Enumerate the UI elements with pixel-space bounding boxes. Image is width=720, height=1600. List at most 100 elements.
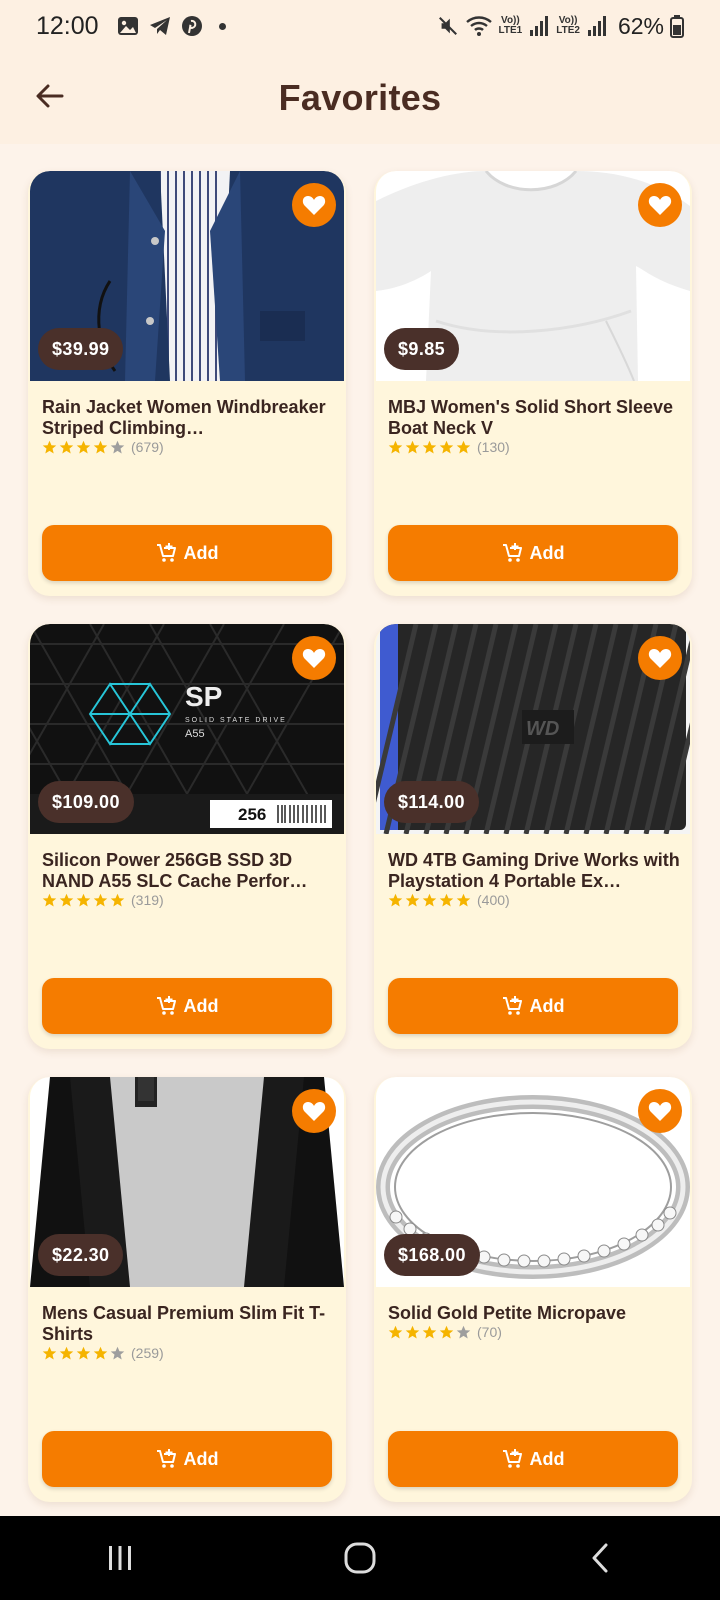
product-title[interactable]: WD 4TB Gaming Drive Works with Playstati… xyxy=(388,850,680,892)
home-icon xyxy=(344,1542,376,1574)
pinterest-icon xyxy=(181,15,203,37)
app-bar: Favorites xyxy=(0,52,720,144)
wifi-icon xyxy=(465,15,493,37)
add-button-label: Add xyxy=(183,542,219,563)
product-title[interactable]: MBJ Women's Solid Short Sleeve Boat Neck… xyxy=(388,397,680,439)
page-title: Favorites xyxy=(278,77,442,118)
battery-icon xyxy=(670,15,684,38)
favorite-button[interactable] xyxy=(638,1089,682,1133)
rating: (259) xyxy=(42,1345,164,1361)
cart-add-icon xyxy=(502,996,522,1015)
star-icon xyxy=(76,440,91,453)
cart-add-icon xyxy=(502,1449,522,1468)
mute-icon xyxy=(437,15,459,37)
add-button-label: Add xyxy=(529,995,565,1016)
cart-add-icon xyxy=(156,543,176,562)
star-icon xyxy=(439,1325,454,1338)
product-card[interactable]: $22.30 Mens Casual Premium Slim Fit T-Sh… xyxy=(28,1077,346,1502)
product-title[interactable]: Solid Gold Petite Micropave xyxy=(388,1303,680,1324)
star-icon xyxy=(439,893,454,906)
star-icon xyxy=(456,440,471,453)
product-title[interactable]: Rain Jacket Women Windbreaker Striped Cl… xyxy=(42,397,334,439)
star-icon xyxy=(422,1325,437,1338)
status-bar: 12:00 Vo)) LTE1 Vo)) LTE2 62% xyxy=(0,0,720,52)
price-badge: $109.00 xyxy=(38,781,134,823)
telegram-icon xyxy=(149,15,171,37)
star-icon xyxy=(76,893,91,906)
product-card[interactable]: $168.00 Solid Gold Petite Micropave (70)… xyxy=(374,1077,692,1502)
star-icon xyxy=(93,893,108,906)
favorite-button[interactable] xyxy=(638,183,682,227)
review-count: (259) xyxy=(131,1345,164,1361)
star-icon xyxy=(42,440,57,453)
heart-icon xyxy=(648,1102,672,1121)
star-icon xyxy=(405,893,420,906)
add-to-cart-button[interactable]: Add xyxy=(388,1431,678,1487)
cart-add-icon xyxy=(502,543,522,562)
star-icon xyxy=(422,893,437,906)
star-icon xyxy=(76,1346,91,1359)
svg-text:A55: A55 xyxy=(185,728,205,740)
add-to-cart-button[interactable]: Add xyxy=(42,1431,332,1487)
star-icon xyxy=(388,893,403,906)
back-button[interactable] xyxy=(28,74,72,118)
star-icon xyxy=(405,440,420,453)
price-badge: $168.00 xyxy=(384,1234,480,1276)
arrow-left-icon xyxy=(36,84,64,108)
star-icon xyxy=(93,440,108,453)
rating: (130) xyxy=(388,439,510,455)
rating: (319) xyxy=(42,892,164,908)
heart-icon xyxy=(648,649,672,668)
product-card[interactable]: $39.99 Rain Jacket Women Windbreaker Str… xyxy=(28,171,346,596)
rating: (679) xyxy=(42,439,164,455)
add-to-cart-button[interactable]: Add xyxy=(388,978,678,1034)
svg-text:SOLID STATE DRIVE: SOLID STATE DRIVE xyxy=(185,717,287,724)
product-title[interactable]: Silicon Power 256GB SSD 3D NAND A55 SLC … xyxy=(42,850,334,892)
add-button-label: Add xyxy=(529,542,565,563)
add-button-label: Add xyxy=(183,1448,219,1469)
recent-apps-button[interactable] xyxy=(90,1528,150,1588)
home-button[interactable] xyxy=(330,1528,390,1588)
add-to-cart-button[interactable]: Add xyxy=(42,978,332,1034)
star-icon xyxy=(405,1325,420,1338)
status-left: 12:00 xyxy=(36,12,226,41)
signal-lte1-icon xyxy=(528,15,550,37)
favorite-button[interactable] xyxy=(292,1089,336,1133)
recent-apps-icon xyxy=(109,1546,131,1570)
review-count: (70) xyxy=(477,1324,502,1340)
product-card[interactable]: WD $114.00 WD 4TB Gaming Drive Works wit… xyxy=(374,624,692,1049)
status-time: 12:00 xyxy=(36,11,99,40)
review-count: (400) xyxy=(477,892,510,908)
product-card[interactable]: $9.85 MBJ Women's Solid Short Sleeve Boa… xyxy=(374,171,692,596)
star-empty-icon xyxy=(456,1325,471,1338)
heart-icon xyxy=(302,196,326,215)
star-icon xyxy=(93,1346,108,1359)
star-icon xyxy=(388,440,403,453)
review-count: (679) xyxy=(131,439,164,455)
heart-icon xyxy=(302,1102,326,1121)
system-back-button[interactable] xyxy=(570,1528,630,1588)
star-icon xyxy=(42,1346,57,1359)
add-to-cart-button[interactable]: Add xyxy=(42,525,332,581)
star-icon xyxy=(42,893,57,906)
favorite-button[interactable] xyxy=(638,636,682,680)
notification-dot xyxy=(218,22,226,30)
favorite-button[interactable] xyxy=(292,636,336,680)
star-icon xyxy=(422,440,437,453)
svg-text:SP: SP xyxy=(185,681,222,712)
star-icon xyxy=(59,893,74,906)
star-icon xyxy=(110,893,125,906)
signal-lte2-icon xyxy=(586,15,608,37)
favorite-button[interactable] xyxy=(292,183,336,227)
price-badge: $114.00 xyxy=(384,781,479,823)
add-button-label: Add xyxy=(529,1448,565,1469)
review-count: (319) xyxy=(131,892,164,908)
add-to-cart-button[interactable]: Add xyxy=(388,525,678,581)
star-icon xyxy=(59,1346,74,1359)
heart-icon xyxy=(648,196,672,215)
star-icon xyxy=(388,1325,403,1338)
product-card[interactable]: SP SOLID STATE DRIVE A55 256 $109.00 Sil… xyxy=(28,624,346,1049)
add-button-label: Add xyxy=(183,995,219,1016)
product-title[interactable]: Mens Casual Premium Slim Fit T-Shirts xyxy=(42,1303,334,1345)
rating: (400) xyxy=(388,892,510,908)
